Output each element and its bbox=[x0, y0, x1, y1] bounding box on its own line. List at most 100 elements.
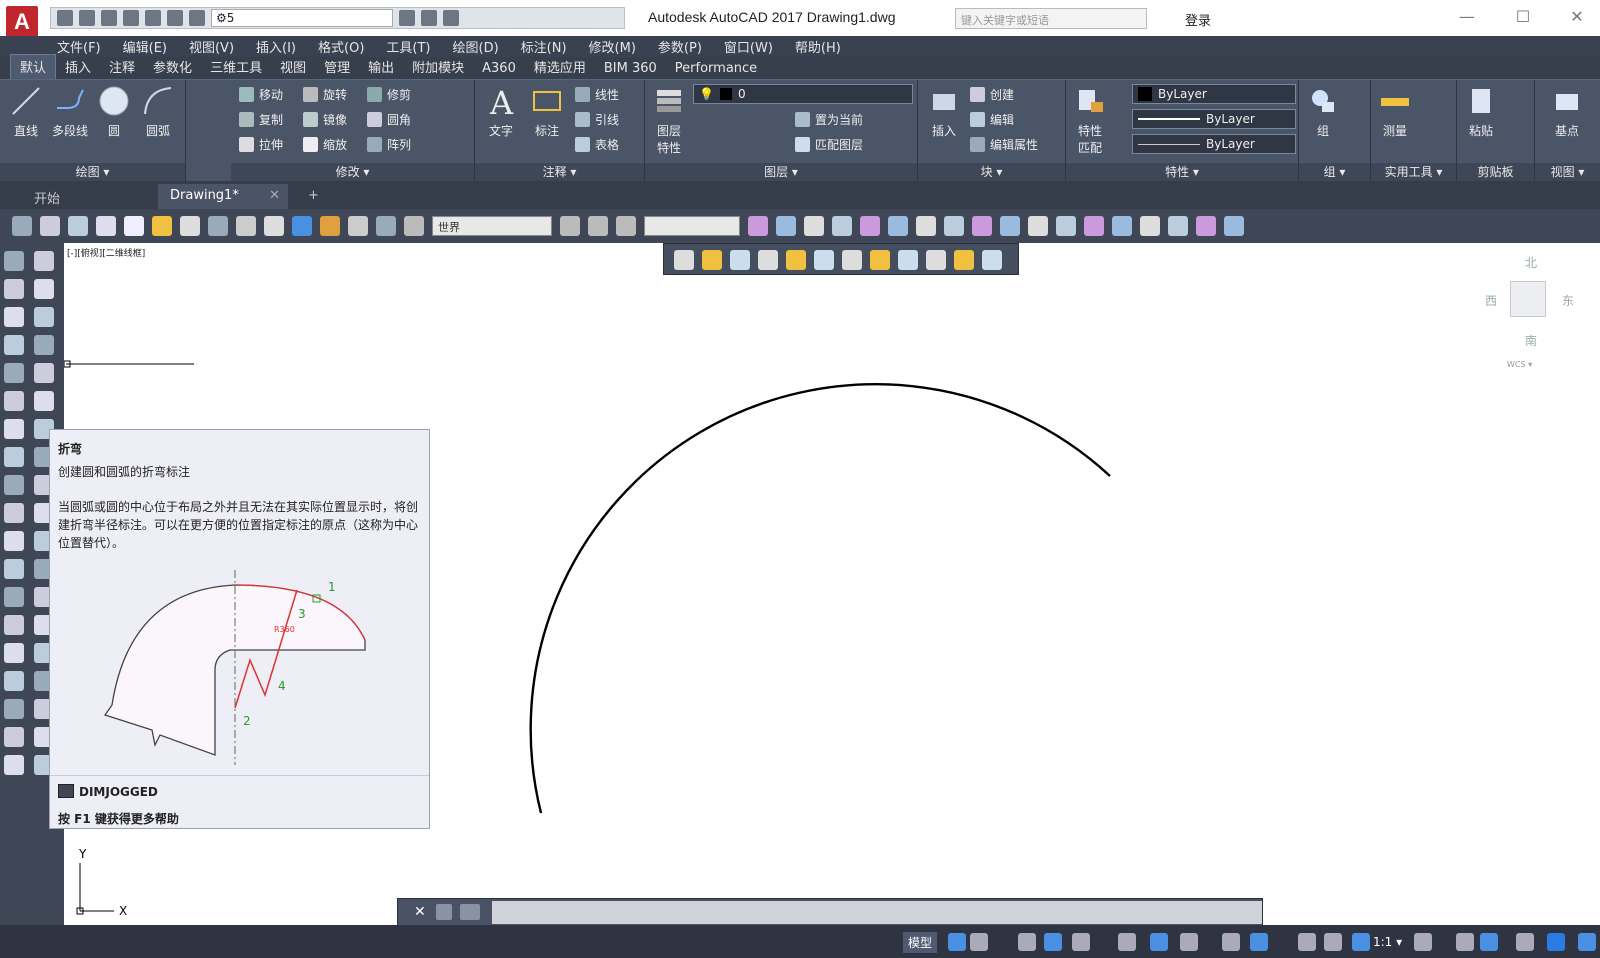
ribbon-tab-5[interactable]: 视图 bbox=[271, 55, 315, 79]
modify-tool-icon-3[interactable] bbox=[832, 216, 852, 236]
draw-tool-icon-1-1[interactable] bbox=[34, 279, 54, 299]
draw-panel-title[interactable]: 绘图 ▾ bbox=[0, 163, 185, 182]
dimension-tool-icon-7[interactable] bbox=[870, 250, 890, 270]
status-toggle-icon-18[interactable] bbox=[1578, 933, 1596, 951]
dimension-tool-icon-1[interactable] bbox=[702, 250, 722, 270]
close-command-line-icon[interactable]: ✕ bbox=[414, 904, 426, 920]
status-toggle-icon-8[interactable] bbox=[1222, 933, 1240, 951]
draw-tool-icon-5-1[interactable] bbox=[34, 391, 54, 411]
plot-icon[interactable] bbox=[399, 10, 415, 26]
menu-item-3[interactable]: 插入(I) bbox=[256, 37, 296, 56]
view-panel-title[interactable]: 视图 ▾ bbox=[1535, 163, 1600, 182]
draw-tool-icon-1-0[interactable] bbox=[4, 279, 24, 299]
toolbar-tool-icon-0[interactable] bbox=[12, 216, 32, 236]
status-toggle-icon-7[interactable] bbox=[1180, 933, 1198, 951]
arc-entity[interactable] bbox=[529, 383, 1111, 814]
modify-tool-icon-11[interactable] bbox=[1056, 216, 1076, 236]
drawing-tab-close-icon[interactable]: ✕ bbox=[269, 188, 280, 203]
measure-button[interactable]: 测量 bbox=[1373, 84, 1417, 139]
ribbon-tab-7[interactable]: 输出 bbox=[359, 55, 403, 79]
draw-tool-icon-14-0[interactable] bbox=[4, 643, 24, 663]
modify-tool-icon-4[interactable] bbox=[860, 216, 880, 236]
menu-item-1[interactable]: 编辑(E) bbox=[123, 37, 167, 56]
status-toggle-icon-0[interactable] bbox=[948, 933, 966, 951]
dimension-tool-icon-11[interactable] bbox=[982, 250, 1002, 270]
status-toggle-icon-13[interactable] bbox=[1414, 933, 1432, 951]
match-properties-button[interactable]: 特性 匹配 bbox=[1068, 84, 1112, 156]
edit-block-button[interactable]: 编辑 bbox=[970, 111, 1014, 128]
block-panel-title[interactable]: 块 ▾ bbox=[918, 163, 1065, 182]
modify-tool-icon-2[interactable] bbox=[804, 216, 824, 236]
draw-tool-icon-2-1[interactable] bbox=[34, 307, 54, 327]
ucs-combo[interactable]: 世界 bbox=[432, 216, 552, 236]
compass-north[interactable]: 北 bbox=[1525, 254, 1537, 271]
menu-item-7[interactable]: 标注(N) bbox=[521, 37, 567, 56]
status-toggle-icon-11[interactable] bbox=[1324, 933, 1342, 951]
view-combo[interactable] bbox=[644, 216, 740, 236]
modify-tool-icon-13[interactable] bbox=[1112, 216, 1132, 236]
modify-tool-icon-0[interactable] bbox=[748, 216, 768, 236]
clipboard-panel-title[interactable]: 剪贴板 bbox=[1457, 163, 1534, 182]
polyline-button[interactable]: 多段线 bbox=[48, 84, 92, 139]
toolbar-tool-icon-3[interactable] bbox=[96, 216, 116, 236]
utilities-panel-title[interactable]: 实用工具 ▾ bbox=[1371, 163, 1456, 182]
draw-tool-icon-0-1[interactable] bbox=[34, 251, 54, 271]
menu-item-4[interactable]: 格式(O) bbox=[318, 37, 364, 56]
draw-tool-icon-4-1[interactable] bbox=[34, 363, 54, 383]
status-toggle-icon-6[interactable] bbox=[1150, 933, 1168, 951]
maximize-button[interactable]: ☐ bbox=[1508, 7, 1538, 26]
toolbar-tool-icon-11[interactable] bbox=[320, 216, 340, 236]
toolbar-tool-icon-4[interactable] bbox=[124, 216, 144, 236]
dimension-tool-icon-4[interactable] bbox=[786, 250, 806, 270]
print-icon[interactable] bbox=[145, 10, 161, 26]
dimension-tool-icon-5[interactable] bbox=[814, 250, 834, 270]
viewcube[interactable]: 北 西 东 南 WCS ▾ bbox=[1485, 254, 1577, 384]
create-block-button[interactable]: 创建 bbox=[970, 86, 1014, 103]
navigation-tool-icon-1[interactable] bbox=[588, 216, 608, 236]
toolbar-tool-icon-6[interactable] bbox=[180, 216, 200, 236]
annotation-panel-title[interactable]: 注释 ▾ bbox=[475, 163, 644, 182]
menu-item-5[interactable]: 工具(T) bbox=[386, 37, 430, 56]
toolbar-tool-icon-14[interactable] bbox=[404, 216, 424, 236]
status-toggle-icon-10[interactable] bbox=[1298, 933, 1316, 951]
modify-tool-icon-8[interactable] bbox=[972, 216, 992, 236]
ribbon-tab-12[interactable]: Performance bbox=[666, 59, 766, 79]
modify-tool-icon-12[interactable] bbox=[1084, 216, 1104, 236]
modify-tool-icon-9[interactable] bbox=[1000, 216, 1020, 236]
menu-item-2[interactable]: 视图(V) bbox=[189, 37, 234, 56]
dimension-tool-icon-10[interactable] bbox=[954, 250, 974, 270]
toolbar-tool-icon-8[interactable] bbox=[236, 216, 256, 236]
command-input[interactable] bbox=[492, 901, 1262, 924]
login-button[interactable]: 登录 bbox=[1185, 10, 1211, 29]
minimize-button[interactable]: — bbox=[1452, 7, 1482, 26]
toolbar-tool-icon-2[interactable] bbox=[68, 216, 88, 236]
scale-button[interactable]: 缩放 bbox=[303, 136, 347, 153]
leader-button[interactable]: 引线 bbox=[575, 111, 619, 128]
status-toggle-icon-2[interactable] bbox=[1018, 933, 1036, 951]
color-combo[interactable]: ByLayer bbox=[1132, 84, 1296, 104]
ribbon-tab-9[interactable]: A360 bbox=[473, 59, 525, 79]
fillet-button[interactable]: 圆角 bbox=[367, 111, 411, 128]
start-tab[interactable]: 开始 bbox=[22, 184, 157, 209]
modify-tool-icon-15[interactable] bbox=[1168, 216, 1188, 236]
menu-item-9[interactable]: 参数(P) bbox=[658, 37, 702, 56]
save-icon[interactable] bbox=[101, 10, 117, 26]
draw-tool-icon-6-0[interactable] bbox=[4, 419, 24, 439]
model-space-button[interactable]: 模型 bbox=[903, 932, 938, 953]
ribbon-tab-1[interactable]: 插入 bbox=[56, 55, 100, 79]
command-prompt-icon[interactable] bbox=[460, 904, 480, 920]
line-button[interactable]: 直线 bbox=[4, 84, 48, 139]
group-button[interactable]: 组 bbox=[1301, 84, 1345, 139]
modify-tool-icon-7[interactable] bbox=[944, 216, 964, 236]
share-icon[interactable] bbox=[443, 10, 459, 26]
table-button[interactable]: 表格 bbox=[575, 136, 619, 153]
draw-tool-icon-12-0[interactable] bbox=[4, 587, 24, 607]
modify-tool-icon-17[interactable] bbox=[1224, 216, 1244, 236]
draw-tool-icon-7-0[interactable] bbox=[4, 447, 24, 467]
modify-tool-icon-1[interactable] bbox=[776, 216, 796, 236]
close-button[interactable]: ✕ bbox=[1562, 7, 1592, 26]
status-toggle-icon-9[interactable] bbox=[1250, 933, 1268, 951]
draw-tool-icon-17-0[interactable] bbox=[4, 727, 24, 747]
wrench-icon[interactable] bbox=[436, 904, 452, 920]
ribbon-tab-8[interactable]: 附加模块 bbox=[403, 55, 473, 79]
